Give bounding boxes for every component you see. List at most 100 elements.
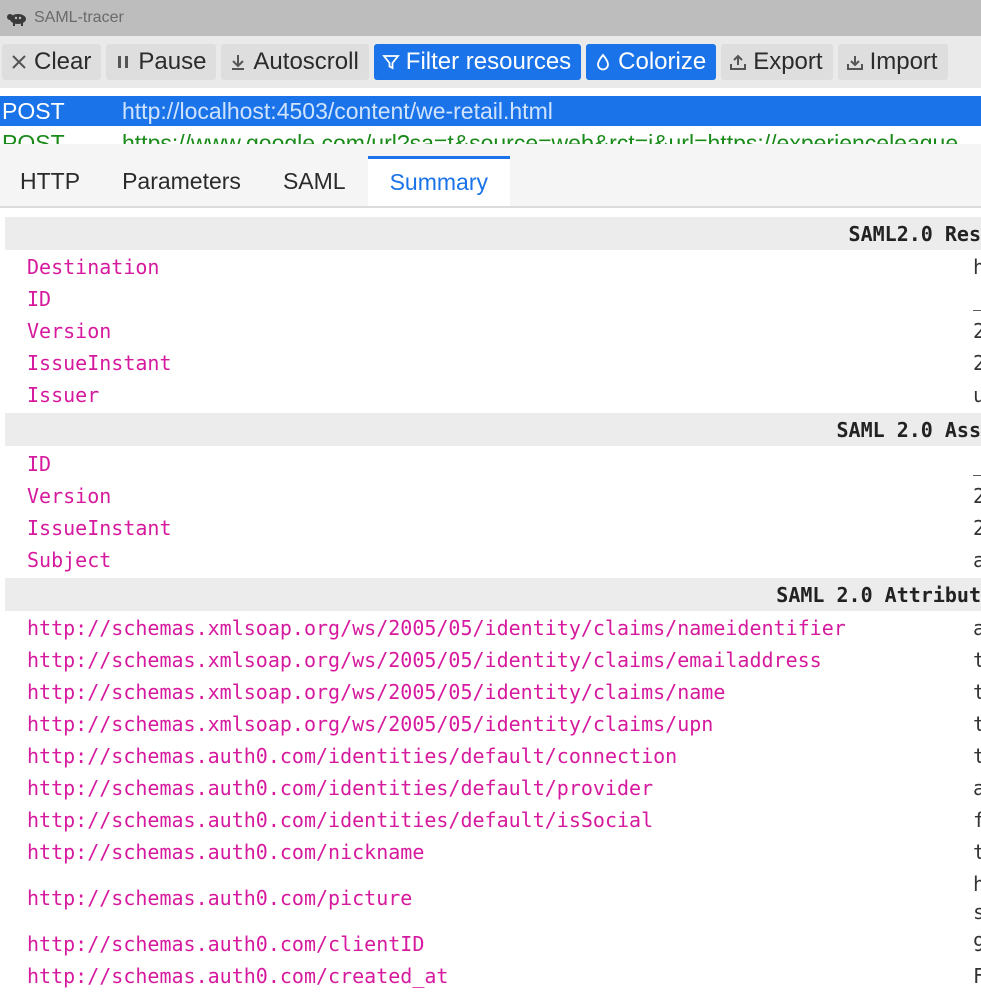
summary-row: IssueInstant 2 <box>27 347 981 379</box>
tab-http[interactable]: HTTP <box>0 156 102 206</box>
summary-row: http://schemas.auth0.com/created_at F <box>27 960 981 992</box>
section-heading-attributes: SAML 2.0 Attribut <box>5 578 981 611</box>
summary-row: ID _ <box>27 448 981 480</box>
pause-button[interactable]: Pause <box>106 44 217 80</box>
summary-value: t <box>973 648 981 672</box>
summary-key: http://schemas.xmlsoap.org/ws/2005/05/id… <box>27 680 726 704</box>
summary-row: http://schemas.xmlsoap.org/ws/2005/05/id… <box>27 644 981 676</box>
export-button-label: Export <box>753 48 823 75</box>
summary-key: http://schemas.auth0.com/identities/defa… <box>27 776 654 800</box>
request-list: POST http://localhost:4503/content/we-re… <box>0 88 981 144</box>
summary-value: a <box>973 776 981 800</box>
summary-row: http://schemas.auth0.com/identities/defa… <box>27 772 981 804</box>
import-button-label: Import <box>869 48 938 75</box>
request-method: POST <box>2 129 65 145</box>
summary-row: Subject a <box>27 544 981 576</box>
summary-row: http://schemas.auth0.com/picture h s <box>27 868 981 928</box>
summary-row: http://schemas.xmlsoap.org/ws/2005/05/id… <box>27 612 981 644</box>
download-arrow-icon <box>229 52 247 72</box>
summary-key: ID <box>27 287 52 311</box>
summary-value: 2 <box>973 484 981 508</box>
clear-button[interactable]: Clear <box>2 44 102 80</box>
request-url: https://www.google.com/url?sa=t&source=w… <box>122 129 959 145</box>
summary-row: http://schemas.xmlsoap.org/ws/2005/05/id… <box>27 676 981 708</box>
summary-key: http://schemas.auth0.com/picture <box>27 886 413 910</box>
autoscroll-button[interactable]: Autoscroll <box>221 44 369 80</box>
summary-key: Subject <box>27 548 112 572</box>
summary-value: u <box>973 383 981 407</box>
summary-value-line: s <box>973 900 981 924</box>
summary-value: a <box>973 616 981 640</box>
summary-value: h s <box>973 870 981 926</box>
close-icon <box>10 52 28 72</box>
window-title: SAML-tracer <box>34 9 124 26</box>
summary-key: Issuer <box>27 383 100 407</box>
request-method <box>0 88 122 95</box>
summary-row: http://schemas.xmlsoap.org/ws/2005/05/id… <box>27 708 981 740</box>
import-icon <box>846 52 864 72</box>
summary-row: http://schemas.auth0.com/clientID 9 <box>27 928 981 960</box>
summary-value: _ <box>973 287 981 311</box>
summary-value: a <box>973 548 981 572</box>
request-row[interactable] <box>0 88 981 96</box>
summary-key: Version <box>27 484 112 508</box>
pause-button-label: Pause <box>138 48 207 75</box>
summary-row: IssueInstant 2 <box>27 512 981 544</box>
colorize-button-label: Colorize <box>618 48 707 75</box>
title-bar: SAML-tracer <box>0 0 981 36</box>
clear-button-label: Clear <box>34 48 92 75</box>
summary-key: http://schemas.auth0.com/identities/defa… <box>27 744 678 768</box>
summary-key: http://schemas.auth0.com/identities/defa… <box>27 808 654 832</box>
detail-tab-bar: HTTP Parameters SAML Summary <box>0 144 981 208</box>
export-icon <box>729 52 747 72</box>
summary-value: t <box>973 680 981 704</box>
summary-row: Destination h <box>27 251 981 283</box>
summary-row: http://schemas.auth0.com/identities/defa… <box>27 804 981 836</box>
request-row-selected[interactable]: POST http://localhost:4503/content/we-re… <box>0 96 981 126</box>
summary-panel: SAML2.0 Res Destination h ID _ Version 2… <box>0 208 981 998</box>
summary-row: Version 2 <box>27 480 981 512</box>
tab-summary[interactable]: Summary <box>367 156 510 206</box>
section-heading-response: SAML2.0 Res <box>5 217 981 250</box>
summary-value-line: h <box>973 872 981 896</box>
request-row[interactable]: POST https://www.google.com/url?sa=t&sou… <box>0 128 981 145</box>
filter-icon <box>381 52 400 72</box>
import-button[interactable]: Import <box>837 44 948 80</box>
summary-value: 2 <box>973 319 981 343</box>
summary-value: 9 <box>973 932 981 956</box>
summary-value: t <box>973 712 981 736</box>
summary-value: t <box>973 744 981 768</box>
colorize-button[interactable]: Colorize <box>586 44 717 80</box>
summary-row: ID _ <box>27 283 981 315</box>
export-button[interactable]: Export <box>721 44 833 80</box>
summary-value: t <box>973 840 981 864</box>
summary-key: http://schemas.xmlsoap.org/ws/2005/05/id… <box>27 648 822 672</box>
saml-tracer-logo-icon <box>6 9 28 27</box>
summary-value: 2 <box>973 516 981 540</box>
summary-key: http://schemas.auth0.com/clientID <box>27 932 425 956</box>
summary-value: 2 <box>973 351 981 375</box>
filter-resources-button-label: Filter resources <box>405 48 572 75</box>
summary-key: ID <box>27 452 52 476</box>
droplet-icon <box>594 52 612 72</box>
summary-row: http://schemas.auth0.com/identities/defa… <box>27 740 981 772</box>
summary-row: http://schemas.auth0.com/nickname t <box>27 836 981 868</box>
summary-key: IssueInstant <box>27 516 172 540</box>
summary-value: F <box>973 964 981 988</box>
pause-icon <box>114 52 132 72</box>
summary-value: _ <box>973 452 981 476</box>
section-heading-assertion: SAML 2.0 Ass <box>5 413 981 446</box>
summary-key: Version <box>27 319 112 343</box>
summary-key: http://schemas.auth0.com/nickname <box>27 840 425 864</box>
summary-value: f <box>973 808 981 832</box>
summary-key: IssueInstant <box>27 351 172 375</box>
tab-parameters[interactable]: Parameters <box>102 156 263 206</box>
summary-key: http://schemas.xmlsoap.org/ws/2005/05/id… <box>27 712 714 736</box>
summary-key: http://schemas.xmlsoap.org/ws/2005/05/id… <box>27 616 846 640</box>
autoscroll-button-label: Autoscroll <box>253 48 359 75</box>
tab-saml[interactable]: SAML <box>263 156 368 206</box>
summary-row: Version 2 <box>27 315 981 347</box>
request-method: POST <box>2 97 65 124</box>
request-url: http://localhost:4503/content/we-retail.… <box>122 97 553 124</box>
filter-resources-button[interactable]: Filter resources <box>373 44 582 80</box>
